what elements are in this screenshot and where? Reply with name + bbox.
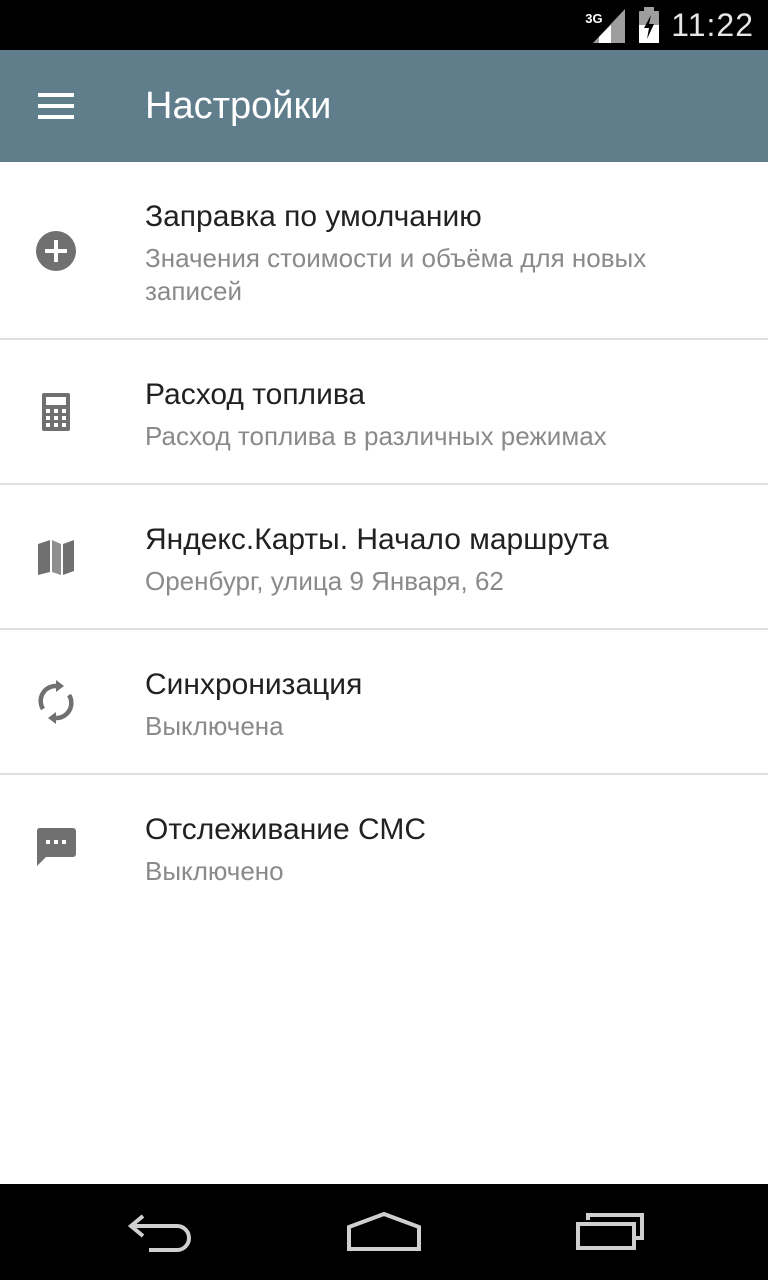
home-button[interactable] <box>329 1202 439 1262</box>
home-icon <box>347 1211 421 1251</box>
setting-subtitle: Выключено <box>145 856 284 886</box>
signal-icon: 3G <box>585 5 627 45</box>
menu-button[interactable] <box>24 78 88 134</box>
setting-title: Синхронизация <box>145 668 363 701</box>
status-bar: 3G 11:22 <box>0 0 768 50</box>
add-circle-icon <box>32 227 80 275</box>
calculator-icon <box>32 388 80 436</box>
recents-icon <box>576 1213 644 1250</box>
clock: 11:22 <box>671 6 754 43</box>
back-icon <box>127 1214 191 1252</box>
setting-title: Расход топлива <box>145 378 366 411</box>
hamburger-menu-icon <box>38 93 74 119</box>
recents-button[interactable] <box>555 1202 665 1262</box>
app-bar: Настройки <box>0 50 768 162</box>
setting-subtitle: Выключена <box>145 711 284 741</box>
setting-title: Отслеживание СМС <box>145 813 427 846</box>
setting-subtitle: Оренбург, улица 9 Января, 62 <box>145 566 504 596</box>
back-button[interactable] <box>105 1202 215 1262</box>
battery-icon <box>637 5 661 45</box>
status-indicators: 3G 11:22 <box>585 0 754 50</box>
setting-sync[interactable]: Синхронизация Выключена <box>0 630 768 775</box>
sync-icon <box>32 678 80 726</box>
setting-sms-tracking[interactable]: Отслеживание СМС Выключено <box>0 775 768 920</box>
setting-title: Яндекс.Карты. Начало маршрута <box>145 523 609 556</box>
setting-subtitle: Расход топлива в различных режимах <box>145 421 607 451</box>
setting-fuel-consumption[interactable]: Расход топлива Расход топлива в различны… <box>0 340 768 485</box>
setting-yandex-maps-start[interactable]: Яндекс.Карты. Начало маршрута Оренбург, … <box>0 485 768 630</box>
sms-icon <box>32 823 80 871</box>
map-icon <box>32 533 80 581</box>
settings-list: Заправка по умолчанию Значения стоимости… <box>0 162 768 920</box>
navigation-bar <box>0 1184 768 1280</box>
setting-subtitle: Значения стоимости и объёма для новых за… <box>145 243 647 306</box>
setting-title: Заправка по умолчанию <box>145 200 482 233</box>
setting-default-refuel[interactable]: Заправка по умолчанию Значения стоимости… <box>0 162 768 340</box>
page-title: Настройки <box>145 85 332 127</box>
